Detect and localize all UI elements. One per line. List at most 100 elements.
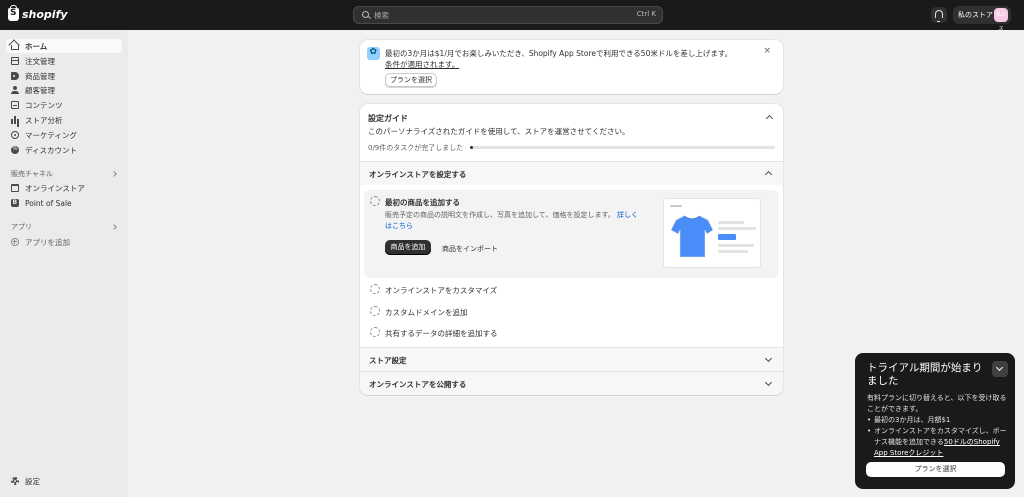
orders-icon xyxy=(11,57,19,65)
sidebar-item-settings[interactable]: 設定 xyxy=(6,474,122,488)
task-add-data-details[interactable]: 共有するデータの詳細を追加する xyxy=(385,328,498,339)
section-title: オンラインストアを公開する xyxy=(369,380,467,389)
task-description: 販売予定の商品の説明文を作成し、写真を追加して、価格を設定します。 詳しくはこち… xyxy=(385,210,640,232)
pos-icon xyxy=(11,199,19,207)
sidebar-item-add-app[interactable]: アプリを追加 xyxy=(6,235,122,249)
store-menu-button[interactable]: 私のストア 私のス xyxy=(953,6,1011,32)
sidebar-item-label: 設定 xyxy=(25,476,40,486)
discount-icon xyxy=(11,145,19,154)
sidebar-item-label: マーケティング xyxy=(25,130,77,140)
tshirt-icon xyxy=(670,215,714,258)
task-status-icon[interactable] xyxy=(370,196,380,206)
section-title: オンラインストアを設定する xyxy=(369,170,467,179)
task-title[interactable]: 最初の商品を追加する xyxy=(385,197,460,208)
apps-heading[interactable]: アプリ xyxy=(11,222,32,232)
task-status-icon[interactable] xyxy=(370,327,380,337)
sidebar-item-discounts[interactable]: ディスカウント xyxy=(6,143,122,157)
top-bar: shopify 検索 Ctrl K 私のストア 私のス xyxy=(0,0,1024,32)
close-icon[interactable]: × xyxy=(763,46,771,56)
task-customize-store[interactable]: オンラインストアをカスタマイズ xyxy=(385,285,497,296)
sales-channels-heading[interactable]: 販売チャネル xyxy=(11,169,53,179)
target-icon xyxy=(11,131,19,139)
sidebar-item-label: ホーム xyxy=(25,41,48,51)
product-illustration xyxy=(663,198,761,268)
guide-title: 設定ガイド xyxy=(368,114,408,123)
shopify-logo[interactable]: shopify xyxy=(8,5,68,21)
import-products-button[interactable]: 商品をインポート xyxy=(442,244,498,254)
section-online-store[interactable]: オンラインストアを設定する xyxy=(360,161,783,185)
chevron-right-icon[interactable] xyxy=(111,224,117,230)
section-store-settings[interactable]: ストア設定 xyxy=(360,347,783,371)
avatar: 私のス xyxy=(994,8,1008,32)
store-badge-icon xyxy=(367,47,380,60)
progress-bar xyxy=(470,146,775,149)
notifications-button[interactable] xyxy=(931,7,947,23)
chevron-down-icon xyxy=(764,354,773,363)
trial-benefit-item: オンラインストアをカスタマイズし、ボーナス機能を追加できる50ドルのShopif… xyxy=(867,426,1009,459)
chart-icon xyxy=(11,116,19,124)
search-input[interactable]: 検索 Ctrl K xyxy=(353,6,663,24)
task-status-icon[interactable] xyxy=(370,284,380,294)
sidebar-item-content[interactable]: コンテンツ xyxy=(6,98,122,112)
chevron-up-icon xyxy=(764,170,773,179)
search-icon xyxy=(362,11,369,18)
section-title: ストア設定 xyxy=(369,356,407,365)
guide-description: このパーソナライズされたガイドを使用して、ストアを運営させてください。 xyxy=(368,127,630,136)
tag-icon xyxy=(11,72,19,80)
banner-text: 最初の3か月は$1/月でお楽しみいただき、Shopify App Storeで利… xyxy=(385,48,755,70)
sidebar-item-label: アプリを追加 xyxy=(25,237,70,247)
sidebar-item-label: ディスカウント xyxy=(25,145,77,155)
plus-circle-icon xyxy=(11,238,19,246)
search-placeholder: 検索 xyxy=(374,11,389,20)
trial-benefits: 最初の3か月は、月額$1 オンラインストアをカスタマイズし、ボーナス機能を追加で… xyxy=(867,415,1009,459)
shopify-bag-icon xyxy=(8,5,19,21)
terms-link[interactable]: 条件が適用されます。 xyxy=(385,60,459,69)
sidebar-item-home[interactable]: ホーム xyxy=(6,39,122,53)
gear-icon xyxy=(11,477,19,485)
task-add-domain[interactable]: カスタムドメインを追加 xyxy=(385,307,468,318)
sidebar-item-label: Point of Sale xyxy=(25,198,72,208)
sidebar-item-analytics[interactable]: ストア分析 xyxy=(6,113,122,127)
sidebar-item-customers[interactable]: 顧客管理 xyxy=(6,83,122,97)
sidebar-item-label: 商品管理 xyxy=(25,71,55,81)
task-status-icon[interactable] xyxy=(370,306,380,316)
trial-popup: トライアル期間が始まりました 有料プランに切り替えると、以下を受け取ることができ… xyxy=(855,353,1015,489)
sidebar: ホーム 注文管理 商品管理 顧客管理 コンテンツ ストア分析 マーケティング デ… xyxy=(0,30,128,497)
sidebar-item-products[interactable]: 商品管理 xyxy=(6,69,122,83)
section-publish-store[interactable]: オンラインストアを公開する xyxy=(360,371,783,395)
setup-guide: 設定ガイド このパーソナライズされたガイドを使用して、ストアを運営させてください… xyxy=(360,104,783,395)
sidebar-item-online-store[interactable]: オンラインストア xyxy=(6,181,122,195)
sidebar-item-label: ストア分析 xyxy=(25,115,63,125)
task-description-text: 販売予定の商品の説明文を作成し、写真を追加して、価格を設定します。 xyxy=(385,211,615,219)
trial-benefit-item: 最初の3か月は、月額$1 xyxy=(867,415,1009,426)
logo-text: shopify xyxy=(22,8,68,21)
active-task: 最初の商品を追加する 販売予定の商品の説明文を作成し、写真を追加して、価格を設定… xyxy=(364,190,779,278)
progress-fill xyxy=(470,146,474,149)
store-name: 私のストア xyxy=(958,11,993,19)
sidebar-item-label: オンラインストア xyxy=(25,183,85,193)
chevron-down-icon xyxy=(764,378,773,387)
trial-select-plan-button[interactable]: プランを選択 xyxy=(866,462,1005,477)
collapse-chevron-icon[interactable] xyxy=(992,361,1008,377)
trial-title: トライアル期間が始まりました xyxy=(867,362,983,387)
bell-icon xyxy=(935,10,943,22)
sidebar-item-label: コンテンツ xyxy=(25,100,63,110)
select-plan-button[interactable]: プランを選択 xyxy=(385,73,437,87)
sidebar-item-label: 注文管理 xyxy=(25,56,55,66)
sidebar-item-marketing[interactable]: マーケティング xyxy=(6,128,122,142)
store-icon xyxy=(11,184,19,192)
progress-label: 0/9件のタスクが完了しました xyxy=(368,144,464,152)
sidebar-item-label: 顧客管理 xyxy=(25,85,55,95)
trial-intro: 有料プランに切り替えると、以下を受け取ることができます。 xyxy=(867,394,1007,413)
home-icon xyxy=(11,44,19,50)
person-icon xyxy=(11,86,19,94)
sidebar-item-orders[interactable]: 注文管理 xyxy=(6,54,122,68)
promo-banner: 最初の3か月は$1/月でお楽しみいただき、Shopify App Storeで利… xyxy=(360,40,783,94)
search-shortcut: Ctrl K xyxy=(636,10,656,18)
banner-message: 最初の3か月は$1/月でお楽しみいただき、Shopify App Storeで利… xyxy=(385,49,733,58)
content-icon xyxy=(11,101,19,109)
sidebar-item-pos[interactable]: Point of Sale xyxy=(6,196,122,210)
chevron-up-icon[interactable] xyxy=(765,114,774,123)
add-product-button[interactable]: 商品を追加 xyxy=(385,240,431,255)
chevron-right-icon[interactable] xyxy=(111,171,117,177)
